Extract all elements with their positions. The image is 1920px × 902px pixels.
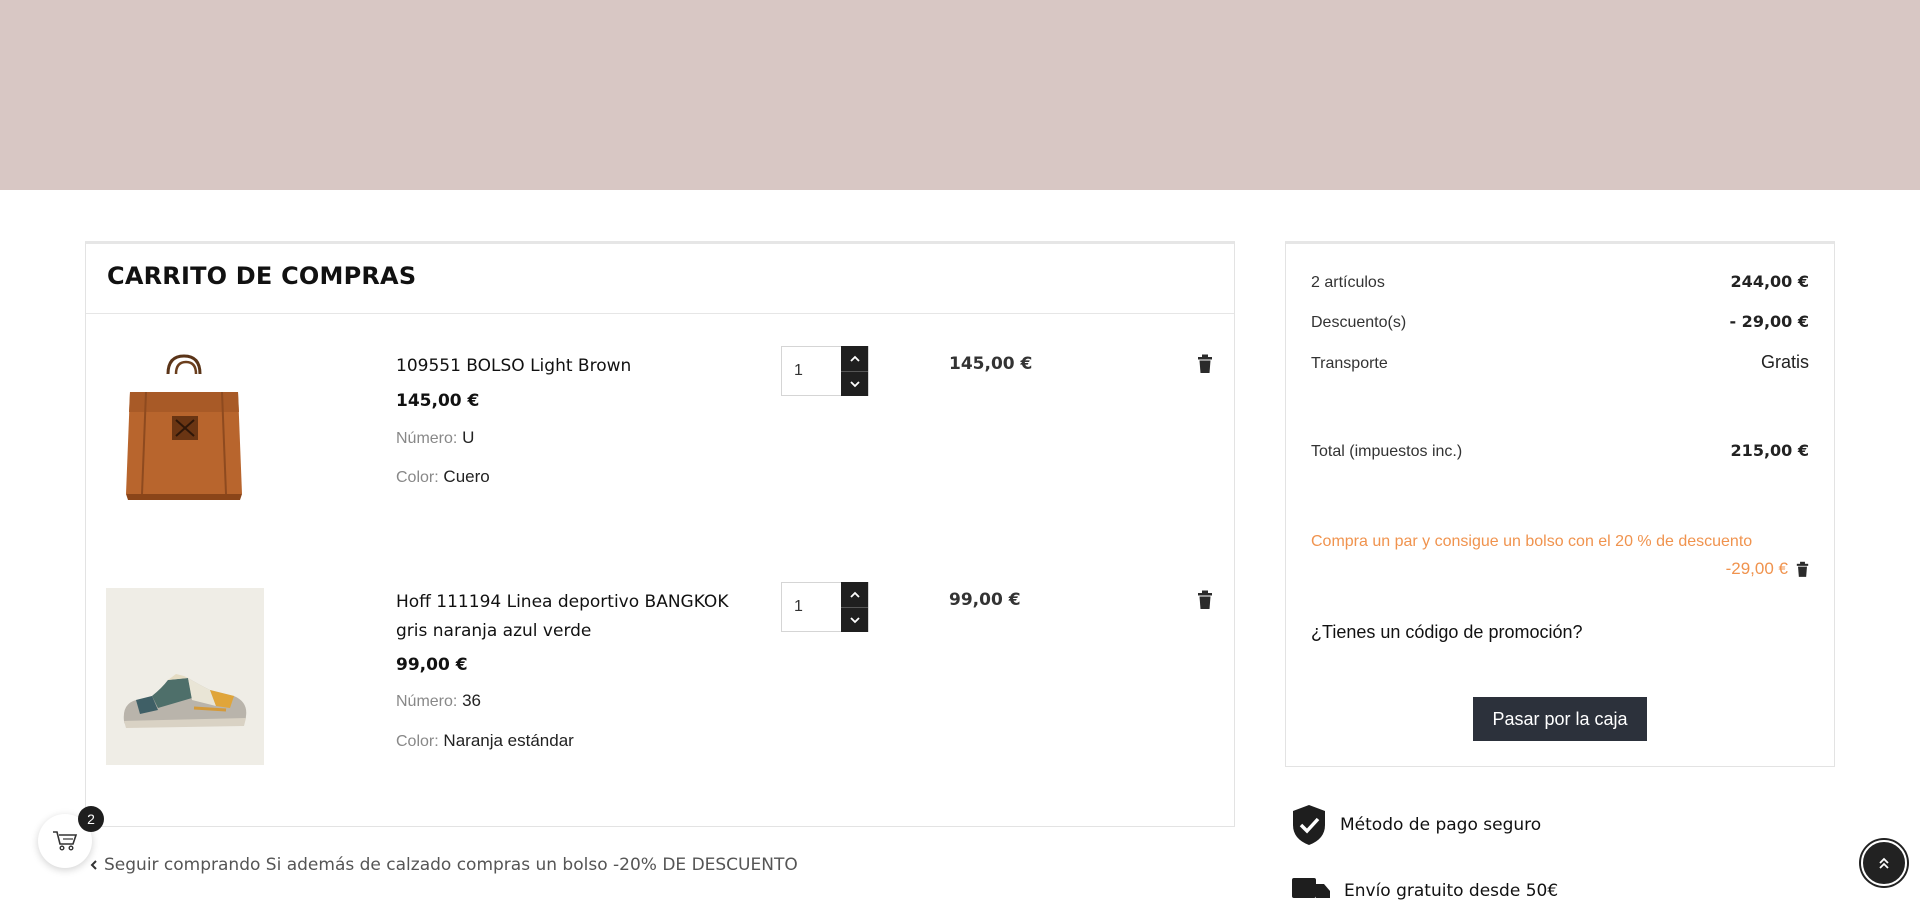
quantity-input[interactable] — [782, 583, 842, 631]
quantity-increase-button[interactable] — [841, 582, 868, 607]
items-subtotal: 244,00 € — [1730, 272, 1809, 291]
product-name[interactable]: 109551 BOLSO Light Brown — [396, 352, 741, 381]
quantity-stepper — [781, 346, 869, 396]
cart-summary: 2 artículos 244,00 € Descuento(s) - 29,0… — [1285, 241, 1835, 767]
promo-code-toggle[interactable]: ¿Tienes un código de promoción? — [1311, 622, 1583, 643]
line-total: 99,00 € — [949, 590, 1021, 610]
items-count-label: 2 artículos — [1311, 274, 1385, 291]
quantity-spinner — [841, 346, 868, 396]
continue-shopping-text: Seguir comprando Si además de calzado co… — [104, 855, 798, 875]
quantity-spinner — [841, 582, 868, 632]
chevron-down-icon — [849, 617, 860, 624]
cart-header: CARRITO DE COMPRAS — [86, 244, 1234, 314]
checkout-button[interactable]: Pasar por la caja — [1473, 697, 1647, 741]
size-value: 36 — [462, 691, 482, 710]
quantity-increase-button[interactable] — [841, 346, 868, 371]
hero-banner — [0, 0, 1920, 190]
summary-discount-row: Descuento(s) - 29,00 € — [1311, 312, 1809, 332]
color-label: Color: — [396, 733, 439, 750]
page-title: CARRITO DE COMPRAS — [107, 262, 417, 290]
remove-item-button[interactable] — [1197, 590, 1213, 610]
floating-cart-button[interactable]: 2 — [38, 806, 104, 868]
applied-promotion: Compra un par y consigue un bolso con el… — [1311, 533, 1809, 578]
promotion-name: Compra un par y consigue un bolso con el… — [1311, 533, 1753, 550]
color-label: Color: — [396, 469, 439, 486]
size-label: Número: — [396, 430, 458, 447]
trash-icon — [1198, 590, 1212, 609]
chevron-up-icon — [849, 355, 860, 362]
cart-count-badge: 2 — [78, 806, 104, 832]
secure-payment-text: Método de pago seguro — [1340, 815, 1542, 835]
quantity-stepper — [781, 582, 869, 632]
quantity-decrease-button[interactable] — [841, 607, 868, 632]
color-value: Cuero — [443, 467, 490, 486]
summary-shipping-row: Transporte Gratis — [1311, 352, 1809, 373]
color-value: Naranja estándar — [443, 731, 574, 750]
trash-icon — [1198, 354, 1212, 373]
product-size: Número: U — [396, 428, 474, 448]
product-unit-price: 99,00 € — [396, 655, 468, 675]
chevron-left-icon — [90, 860, 97, 870]
product-image-bag[interactable] — [106, 352, 264, 529]
product-unit-price: 145,00 € — [396, 391, 480, 411]
total-value: 215,00 € — [1730, 441, 1809, 460]
continue-shopping-link[interactable]: Seguir comprando Si además de calzado co… — [90, 855, 798, 875]
promotion-amount-row: -29,00 € — [1726, 559, 1809, 579]
discount-label: Descuento(s) — [1311, 314, 1407, 331]
product-image-shoe[interactable] — [106, 588, 264, 765]
shield-check-icon — [1293, 805, 1325, 845]
size-value: U — [462, 428, 475, 447]
quantity-input[interactable] — [782, 347, 842, 395]
line-total: 145,00 € — [949, 354, 1033, 374]
scroll-to-top-button[interactable] — [1861, 840, 1907, 886]
remove-item-button[interactable] — [1197, 354, 1213, 374]
size-label: Número: — [396, 693, 458, 710]
trash-icon[interactable] — [1796, 561, 1809, 578]
double-chevron-up-icon — [1879, 857, 1889, 869]
chevron-up-icon — [849, 591, 860, 598]
cart-icon — [53, 831, 78, 851]
summary-items-row: 2 artículos 244,00 € — [1311, 272, 1809, 292]
free-shipping-text: Envío gratuito desde 50€ — [1344, 881, 1559, 901]
chevron-down-icon — [849, 381, 860, 388]
cart-panel: CARRITO DE COMPRAS 109551 BOLSO Light Br… — [85, 241, 1235, 827]
total-label: Total (impuestos inc.) — [1311, 443, 1463, 460]
promotion-amount: -29,00 € — [1725, 559, 1788, 578]
quantity-decrease-button[interactable] — [841, 371, 868, 396]
secure-payment-reassurance: Método de pago seguro — [1290, 803, 1541, 847]
shipping-value: Gratis — [1760, 352, 1809, 372]
product-color: Color: Naranja estándar — [396, 731, 574, 751]
shipping-label: Transporte — [1311, 355, 1388, 372]
product-name[interactable]: Hoff 111194 Linea deportivo BANGKOK gris… — [396, 588, 741, 646]
discount-value: - 29,00 € — [1729, 312, 1809, 331]
truck-icon — [1292, 878, 1330, 898]
product-size: Número: 36 — [396, 691, 481, 711]
free-shipping-reassurance: Envío gratuito desde 50€ — [1290, 876, 1558, 902]
product-color: Color: Cuero — [396, 467, 490, 487]
summary-total-row: Total (impuestos inc.) 215,00 € — [1311, 441, 1809, 461]
